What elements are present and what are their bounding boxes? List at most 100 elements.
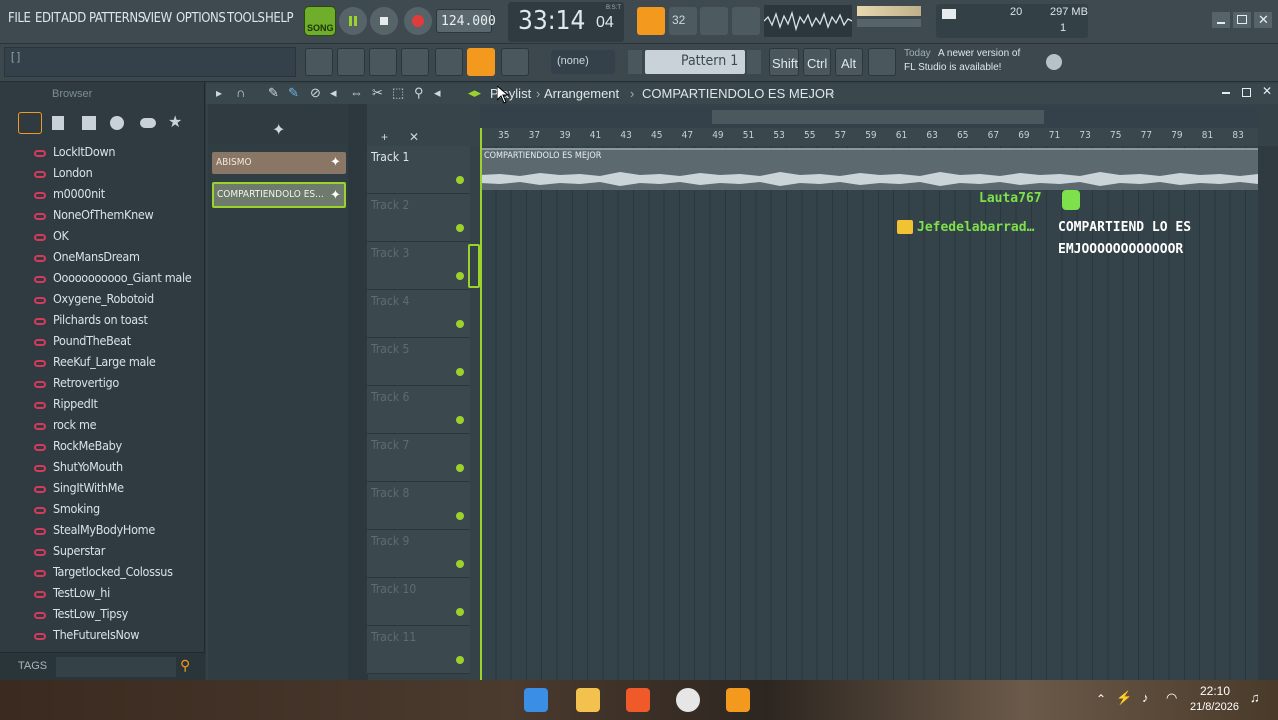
menu-patterns[interactable]: PATTERNS [89, 11, 145, 26]
browser-item[interactable]: rock me [53, 417, 97, 432]
delete-tool-icon[interactable]: ⊘ [310, 85, 321, 101]
remove-track-icon[interactable]: ✕ [409, 130, 419, 144]
playlist-icon[interactable] [305, 48, 333, 76]
pattern-scroll[interactable] [348, 104, 368, 680]
browser-item[interactable]: London [53, 165, 93, 180]
news-panel[interactable]: Today A newer version of FL Studio is av… [904, 46, 1064, 78]
wait-input-icon[interactable] [700, 7, 728, 35]
browser-favorites-icon[interactable]: ★ [168, 112, 182, 132]
menu-help[interactable]: HELP [265, 11, 294, 26]
mute-tool-icon[interactable]: ◂ [330, 85, 337, 101]
track-enable-led[interactable] [456, 368, 464, 376]
track-header[interactable]: Track 4 [367, 290, 470, 338]
track-enable-led[interactable] [456, 464, 464, 472]
menu-add[interactable]: ADD [61, 11, 86, 26]
browser-item[interactable]: TestLow_Tipsy [53, 606, 128, 621]
magnet-icon[interactable]: ∩ [236, 85, 245, 100]
draw-tool-icon[interactable]: ✎ [268, 85, 279, 101]
menu-edit[interactable]: EDIT [35, 11, 61, 26]
browser-plugins-icon[interactable] [82, 116, 96, 130]
browser-item[interactable]: m0000nit [53, 186, 105, 201]
taskbar-time[interactable]: 22:10 [1200, 684, 1230, 698]
browser-item[interactable]: OK [53, 228, 69, 243]
pattern-selector[interactable]: Pattern 1 [645, 50, 745, 74]
pattern-prev-arrow[interactable] [628, 50, 642, 74]
piano-roll-icon[interactable] [369, 48, 397, 76]
track-enable-led[interactable] [456, 608, 464, 616]
browser-item[interactable]: Oxygene_Robotoid [53, 291, 154, 306]
loop-record-icon[interactable] [732, 7, 760, 35]
audio-clip[interactable]: COMPARTIENDOLO ES MEJOR [480, 148, 1258, 190]
pause-button[interactable] [339, 7, 367, 35]
ctrl-button[interactable]: Ctrl [803, 48, 831, 76]
track-enable-led[interactable] [456, 224, 464, 232]
scroll-thumb[interactable] [712, 110, 1044, 124]
playback-tool-icon[interactable]: ◂ [434, 85, 441, 101]
vertical-scrollbar[interactable] [1258, 146, 1278, 680]
breadcrumb-song[interactable]: COMPARTIENDOLO ES MEJOR [642, 86, 834, 101]
menu-tools[interactable]: TOOLS [227, 11, 265, 26]
pattern-item-abismo[interactable]: ABISMO ✦ [212, 152, 346, 174]
browser-item[interactable]: StealMyBodyHome [53, 522, 155, 537]
track-header[interactable]: Track 1 [367, 146, 470, 194]
pattern-selector-none[interactable]: (none) [551, 50, 615, 74]
shift-button[interactable]: Shift [769, 48, 799, 76]
menu-options[interactable]: OPTIONS [176, 11, 226, 26]
browser-item[interactable]: ReeKuf_Large male [53, 354, 156, 369]
plugin-picker-icon[interactable] [435, 48, 463, 76]
track-enable-led[interactable] [456, 176, 464, 184]
obs-icon[interactable] [676, 688, 700, 712]
browser-item[interactable]: Smoking [53, 501, 100, 516]
track-enable-led[interactable] [456, 560, 464, 568]
tray-wifi-icon[interactable]: ◠ [1166, 690, 1177, 706]
paint-tool-icon[interactable]: ✎ [288, 85, 299, 101]
browser-files-icon[interactable] [52, 116, 64, 130]
fl-studio-icon[interactable] [726, 688, 750, 712]
close-button[interactable]: ✕ [1254, 12, 1272, 28]
browser-item[interactable]: SingItWithMe [53, 480, 124, 495]
stop-button[interactable] [370, 7, 398, 35]
track-enable-led[interactable] [456, 512, 464, 520]
browser-item[interactable]: NoneOfThemKnew [53, 207, 154, 222]
slip-tool-icon[interactable]: ⇔ [350, 85, 363, 100]
channel-rack-icon[interactable] [337, 48, 365, 76]
track-header[interactable]: Track 6 [367, 386, 470, 434]
file-explorer-icon[interactable] [576, 688, 600, 712]
playhead[interactable] [480, 128, 482, 680]
browser-item[interactable]: Superstar [53, 543, 105, 558]
brave-browser-icon[interactable] [626, 688, 650, 712]
minimize-button[interactable] [1212, 12, 1230, 28]
browser-item[interactable]: Targetlocked_Colossus [53, 564, 173, 579]
master-pitch-slider[interactable] [857, 19, 921, 27]
metronome-count-button[interactable]: 32 [669, 7, 697, 35]
breadcrumb-arrangement[interactable]: Arrangement [544, 86, 619, 101]
select-tool-icon[interactable]: ⬚ [392, 85, 404, 101]
taskbar-date[interactable]: 21/8/2026 [1190, 701, 1239, 713]
windows-start-icon[interactable] [524, 688, 548, 712]
song-mode-button[interactable]: SONG [304, 6, 336, 36]
browser-item[interactable]: PoundTheBeat [53, 333, 131, 348]
zoom-tool-icon[interactable]: ⚲ [414, 85, 424, 101]
track-enable-led[interactable] [456, 656, 464, 664]
track-header[interactable]: Track 2 [367, 194, 470, 242]
track-header[interactable]: Track 7 [367, 434, 470, 482]
browser-item[interactable]: ShutYoMouth [53, 459, 123, 474]
playlist-maximize[interactable] [1242, 88, 1251, 97]
playlist-close[interactable]: ✕ [1262, 84, 1272, 98]
horizontal-scrollbar[interactable] [480, 106, 1258, 128]
search-icon[interactable]: ⚲ [180, 657, 190, 674]
microphone-icon[interactable] [501, 48, 529, 76]
track-header[interactable]: Track 5 [367, 338, 470, 386]
playlist-options-arrow[interactable]: ▸ [216, 86, 222, 100]
browser-item[interactable]: Pilchards on toast [53, 312, 148, 327]
notification-bell-icon[interactable]: ♫ [1250, 690, 1260, 705]
slice-tool-icon[interactable]: ✂ [372, 85, 383, 101]
playlist-minimize[interactable] [1222, 92, 1230, 94]
browser-item[interactable]: OneMansDream [53, 249, 140, 264]
browser-item[interactable]: LockItDown [53, 144, 116, 159]
track-header[interactable]: Track 8 [367, 482, 470, 530]
maximize-button[interactable] [1233, 12, 1251, 28]
mixer-icon[interactable] [401, 48, 429, 76]
browser-toggle-icon[interactable] [467, 48, 495, 76]
browser-item[interactable]: TestLow_hi [53, 585, 110, 600]
